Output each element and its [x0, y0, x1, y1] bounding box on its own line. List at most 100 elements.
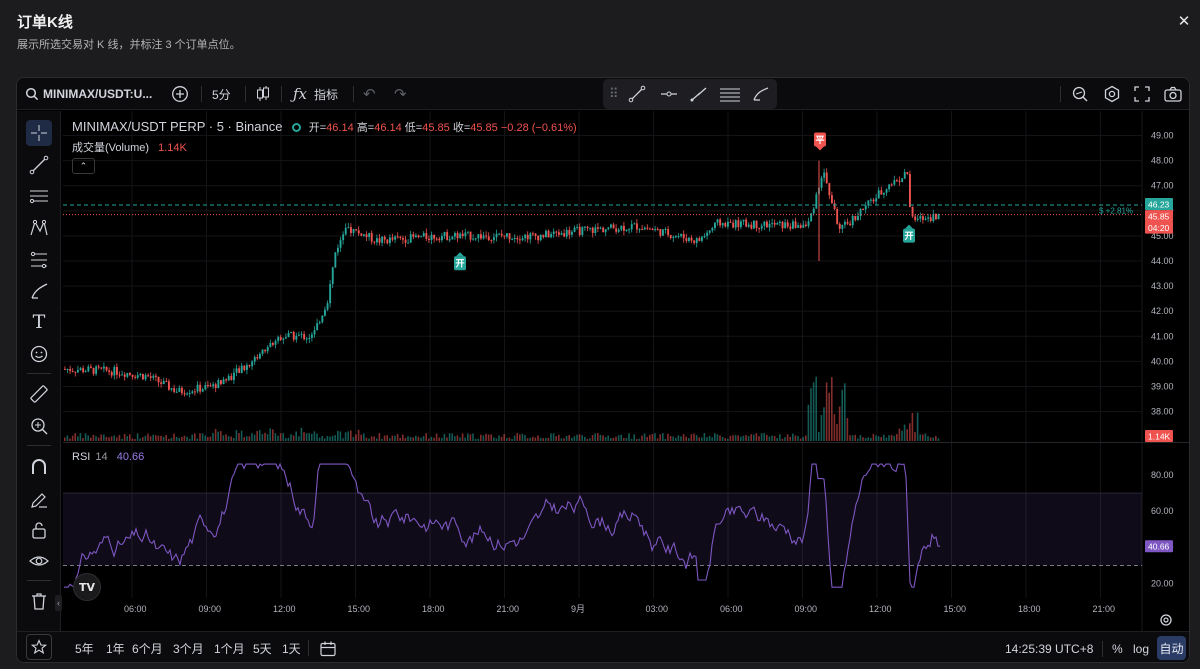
volume-bar	[303, 432, 305, 441]
volume-bar	[729, 435, 732, 441]
volume-bar	[651, 433, 654, 441]
candle-body	[298, 334, 300, 336]
range-1y[interactable]: 1年	[106, 632, 125, 662]
candle-body	[95, 366, 98, 374]
candle-body	[391, 237, 394, 240]
clock-timezone[interactable]: 14:25:39 UTC+8	[1005, 632, 1093, 662]
volume-bar	[482, 435, 485, 441]
candle-body	[287, 333, 290, 338]
volume-bar	[381, 438, 383, 441]
candle-body	[604, 229, 607, 233]
candle-body	[807, 221, 810, 226]
candle-body	[261, 349, 264, 354]
volume-bar	[259, 430, 261, 441]
candle-body	[175, 391, 178, 393]
candle-body	[136, 375, 139, 378]
candle-body	[745, 219, 748, 227]
candle-body	[490, 240, 493, 242]
log-toggle[interactable]: log	[1133, 632, 1149, 662]
volume-bar	[71, 435, 74, 441]
rsi-label: RSI	[72, 451, 91, 463]
candle-body	[84, 371, 87, 373]
calendar-icon[interactable]	[319, 632, 337, 662]
candle-body	[430, 234, 433, 241]
candle-body	[503, 235, 506, 237]
candle-body	[199, 384, 202, 392]
candle-body	[667, 229, 670, 236]
axis-settings-icon[interactable]	[1159, 613, 1173, 627]
auto-scale-toggle[interactable]: 自动	[1157, 636, 1186, 660]
candle-body	[64, 368, 66, 370]
volume-bar	[740, 436, 742, 441]
volume-bar	[859, 435, 862, 441]
candle-body	[313, 330, 316, 335]
volume-bar	[745, 435, 747, 441]
candle-body	[279, 337, 282, 340]
candle-body	[927, 217, 930, 219]
volume-bar	[181, 437, 183, 441]
candle-body	[695, 238, 698, 243]
candle-body	[498, 233, 501, 235]
volume-bar	[750, 434, 752, 441]
low-label: 低=	[404, 122, 423, 134]
candle-body	[599, 227, 602, 229]
volume-bar	[534, 437, 537, 441]
volume-bar	[914, 432, 916, 441]
candle-body	[305, 338, 308, 340]
volume-bar	[763, 433, 765, 441]
range-3m[interactable]: 3个月	[173, 632, 204, 662]
close-icon[interactable]: ✕	[1174, 12, 1194, 32]
volume-bar	[391, 435, 394, 441]
range-6m[interactable]: 6个月	[132, 632, 163, 662]
candle-body	[506, 233, 508, 237]
candle-body	[308, 337, 311, 339]
candle-body	[555, 231, 558, 233]
volume-bar	[376, 438, 378, 441]
volume-bar	[638, 438, 641, 441]
time-tick-label: 12:00	[273, 604, 296, 614]
volume-bar	[131, 438, 134, 441]
range-5d[interactable]: 5天	[253, 632, 272, 662]
candle-body	[404, 239, 407, 243]
range-1d[interactable]: 1天	[282, 632, 301, 662]
candle-body	[407, 242, 410, 244]
volume-bar	[144, 435, 147, 441]
volume-bar	[833, 414, 836, 441]
percent-toggle[interactable]: %	[1112, 632, 1123, 662]
rsi-tick-label: 60.00	[1151, 506, 1174, 516]
volume-bar	[516, 433, 518, 441]
time-tick-label: 09:00	[795, 604, 818, 614]
volume-bar	[776, 438, 778, 441]
candle-body	[786, 222, 789, 227]
candle-body	[222, 379, 225, 385]
collapse-legend-button[interactable]: ⌃	[72, 158, 95, 174]
volume-bar	[831, 377, 833, 441]
volume-bar	[521, 433, 524, 441]
volume-bar	[526, 438, 529, 441]
candle-body	[846, 221, 849, 224]
volume-bar	[703, 433, 706, 441]
candle-body	[251, 361, 254, 367]
range-1m[interactable]: 1个月	[214, 632, 245, 662]
candle-body	[303, 334, 306, 340]
candle-body	[565, 229, 568, 237]
volume-bar	[454, 436, 456, 441]
volume-bar	[620, 434, 622, 441]
candle-body	[688, 237, 690, 241]
volume-bar	[581, 435, 583, 441]
volume-bar	[347, 431, 349, 441]
candle-body	[292, 331, 295, 340]
chart-canvas[interactable]: $ +2.81%49.0048.0047.0046.0045.0044.0043…	[17, 78, 1190, 631]
favorite-star-icon[interactable]	[26, 634, 52, 660]
volume-bar	[313, 431, 316, 441]
volume-bar	[630, 438, 633, 441]
range-5y[interactable]: 5年	[75, 632, 94, 662]
candle-body	[339, 240, 342, 248]
volume-bar	[503, 434, 505, 441]
candle-body	[454, 233, 456, 237]
volume-bar	[173, 433, 175, 441]
candle-body	[66, 368, 69, 370]
modal-header: 订单K线 展示所选交易对 K 线，并标注 3 个订单点位。 ✕	[0, 0, 1200, 64]
volume-bar	[129, 434, 131, 441]
volume-bar	[828, 392, 830, 441]
